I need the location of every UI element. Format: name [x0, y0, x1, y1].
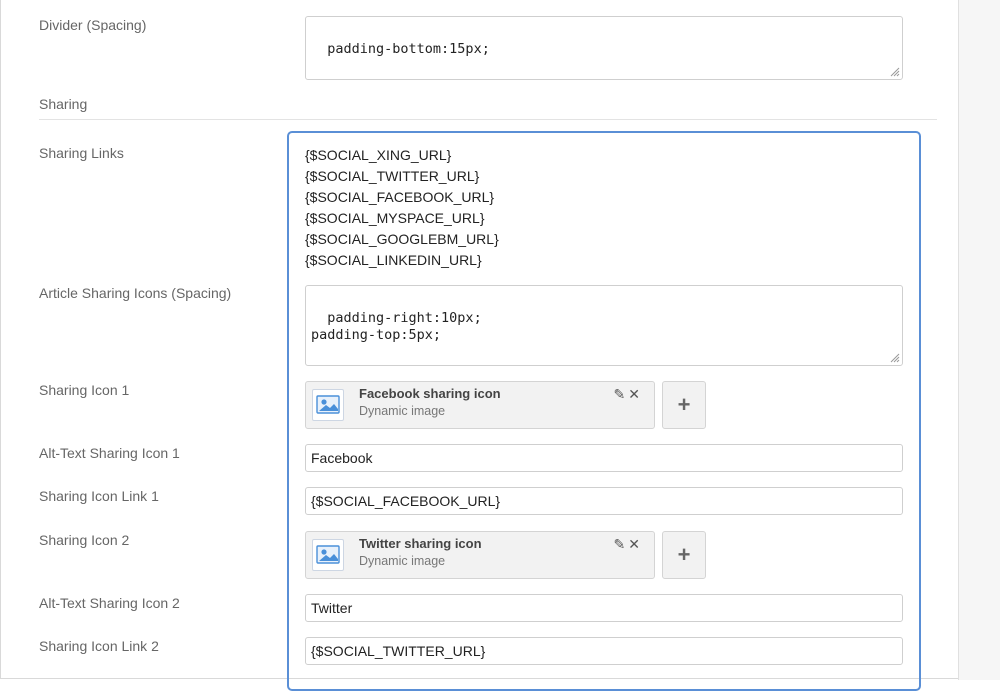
article-icons-spacing-value: padding-right:10px; padding-top:5px;	[311, 310, 482, 343]
image-actions: ✎✕	[614, 536, 643, 553]
image-icon	[312, 539, 344, 571]
plus-icon: +	[677, 542, 691, 567]
sharing-icon-2-label: Sharing Icon 2	[39, 532, 130, 548]
article-icons-spacing-label: Article Sharing Icons (Spacing)	[39, 285, 232, 301]
resize-grip-icon[interactable]	[888, 351, 900, 363]
sharing-icon-1-label: Sharing Icon 1	[39, 382, 130, 398]
sharing-icon-2-title: Twitter sharing icon	[359, 536, 482, 551]
sharing-icon-2-subtitle: Dynamic image	[359, 554, 446, 568]
divider-spacing-value: padding-bottom:15px;	[327, 41, 490, 57]
pencil-icon[interactable]: ✎	[614, 386, 629, 402]
add-sharing-icon-2-button[interactable]: +	[662, 531, 706, 579]
right-sidebar	[958, 0, 1000, 680]
sharing-link-token[interactable]: {$SOCIAL_TWITTER_URL}	[305, 166, 499, 187]
sharing-icon-2-image-card[interactable]: Twitter sharing icon Dynamic image ✎✕	[305, 531, 655, 579]
sharing-icon-link-2-input[interactable]: {$SOCIAL_TWITTER_URL}	[305, 637, 903, 665]
sharing-link-token[interactable]: {$SOCIAL_MYSPACE_URL}	[305, 208, 499, 229]
sharing-icon-1-title: Facebook sharing icon	[359, 386, 501, 401]
sharing-icon-link-2-label: Sharing Icon Link 2	[39, 638, 159, 654]
divider-spacing-textarea[interactable]: padding-bottom:15px;	[305, 16, 903, 80]
plus-icon: +	[677, 392, 691, 417]
divider-spacing-label: Divider (Spacing)	[39, 17, 147, 33]
close-icon[interactable]: ✕	[628, 536, 643, 552]
sharing-link-token[interactable]: {$SOCIAL_LINKEDIN_URL}	[305, 250, 499, 271]
resize-grip-icon[interactable]	[888, 65, 900, 77]
image-actions: ✎✕	[614, 386, 643, 403]
add-sharing-icon-1-button[interactable]: +	[662, 381, 706, 429]
alt-text-icon-1-input[interactable]: Facebook	[305, 444, 903, 472]
sharing-links-label: Sharing Links	[39, 145, 124, 161]
close-icon[interactable]: ✕	[628, 386, 643, 402]
sharing-icon-link-1-label: Sharing Icon Link 1	[39, 488, 159, 504]
alt-text-icon-2-label: Alt-Text Sharing Icon 2	[39, 595, 180, 611]
sharing-icon-1-image-card[interactable]: Facebook sharing icon Dynamic image ✎✕	[305, 381, 655, 429]
section-divider	[39, 119, 937, 120]
sharing-icon-1-subtitle: Dynamic image	[359, 404, 446, 418]
image-icon	[312, 389, 344, 421]
pencil-icon[interactable]: ✎	[614, 536, 629, 552]
article-icons-spacing-textarea[interactable]: padding-right:10px; padding-top:5px;	[305, 285, 903, 366]
sharing-section-title: Sharing	[39, 96, 88, 112]
sharing-link-token[interactable]: {$SOCIAL_XING_URL}	[305, 145, 499, 166]
sharing-link-token[interactable]: {$SOCIAL_GOOGLEBM_URL}	[305, 229, 499, 250]
sharing-link-token[interactable]: {$SOCIAL_FACEBOOK_URL}	[305, 187, 499, 208]
sharing-links-list[interactable]: {$SOCIAL_XING_URL} {$SOCIAL_TWITTER_URL}…	[305, 145, 499, 271]
alt-text-icon-2-input[interactable]: Twitter	[305, 594, 903, 622]
sharing-icon-link-1-input[interactable]: {$SOCIAL_FACEBOOK_URL}	[305, 487, 903, 515]
alt-text-icon-1-label: Alt-Text Sharing Icon 1	[39, 445, 180, 461]
